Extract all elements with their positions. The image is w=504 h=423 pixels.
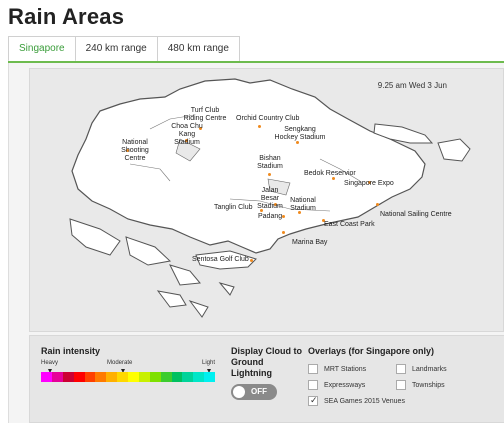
checkbox-label: Townships [412,381,445,389]
lightning-toggle[interactable]: OFF [231,384,277,400]
location-label: Orchid Country Club [236,115,300,122]
checkbox-box[interactable] [396,380,406,390]
scale-swatch [193,372,205,382]
scale-swatch [62,372,74,382]
rain-areas-panel: 9.25 am Wed 3 Jun Turf Club Riding Centr… [8,63,504,423]
location-label: Marina Bay [292,239,328,246]
map-legend: Rain intensity Heavy Moderate Light Disp… [29,335,504,423]
rain-intensity-scale [41,372,215,382]
location-label: Tanglin Club [214,204,253,211]
overlay-expressways-checkbox[interactable]: Expressways [308,380,365,390]
location-label: Bishan Stadium [257,155,283,170]
location-label: Padang [258,213,283,220]
venue-marker[interactable] [282,231,285,234]
checkbox-label: SEA Games 2015 Venues [324,397,405,405]
venue-marker[interactable] [260,209,263,212]
moderate-label: Moderate [107,360,133,366]
rain-intensity-title: Rain intensity [41,346,101,356]
checkbox-label: MRT Stations [324,365,367,373]
venue-marker[interactable] [258,125,261,128]
scale-swatch [73,372,85,382]
checkbox-box[interactable] [308,380,318,390]
overlay-townships-checkbox[interactable]: Townships [396,380,445,390]
location-label: Jalan Besar Stadium [257,187,283,210]
checkbox-label: Landmarks [412,365,447,373]
scale-swatch [95,372,107,382]
overlays-title: Overlays (for Singapore only) [308,346,435,356]
scale-swatch [41,372,52,382]
scale-swatch [51,372,63,382]
scale-swatch [204,372,215,382]
checkbox-box[interactable] [396,364,406,374]
tab-240km[interactable]: 240 km range [75,36,158,62]
venue-marker[interactable] [282,215,285,218]
scale-swatch [84,372,96,382]
scale-swatch [171,372,183,382]
page-title: Rain Areas [8,4,125,29]
overlay-landmarks-checkbox[interactable]: Landmarks [396,364,447,374]
scale-swatch [160,372,172,382]
location-label: Sentosa Golf Club [192,256,249,263]
location-label: National Stadium [290,197,316,212]
toggle-state: OFF [251,387,267,396]
checkbox-box[interactable] [308,364,318,374]
cloud-lightning-title: Display Cloud to Ground Lightning [231,346,303,378]
location-label: Turf Club Riding Centre [183,107,227,122]
location-label: Choa Chu Kang Stadium [171,123,203,146]
scale-swatch [128,372,139,382]
location-label: East Coast Park [324,221,375,228]
scale-swatch [138,372,150,382]
location-label: National Sailing Centre [380,211,452,218]
location-label: Bedok Reservior [304,170,356,177]
scale-swatch [149,372,161,382]
location-label: Sengkang Hockey Stadium [274,126,326,141]
venue-marker[interactable] [268,173,271,176]
scale-swatch [182,372,194,382]
location-label: National Shooting Centre [121,139,149,162]
toggle-knob [233,386,245,398]
checkbox-box-checked[interactable] [308,395,318,406]
venue-marker[interactable] [250,259,253,262]
range-tabs: Singapore 240 km range 480 km range [8,36,240,62]
heavy-label: Heavy [41,360,59,366]
overlay-mrt-checkbox[interactable]: MRT Stations [308,364,366,374]
location-label: Singapore Expo [344,180,394,187]
tab-480km[interactable]: 480 km range [157,36,240,62]
checkbox-label: Expressways [324,381,366,389]
scale-swatch [117,372,128,382]
scale-swatch [106,372,118,382]
map-timestamp: 9.25 am Wed 3 Jun [377,81,447,90]
overlay-sea-games-checkbox[interactable]: SEA Games 2015 Venues [308,395,405,406]
light-label: Light [201,360,215,366]
tab-singapore[interactable]: Singapore [8,36,76,62]
venue-marker[interactable] [376,203,379,206]
singapore-map[interactable]: 9.25 am Wed 3 Jun Turf Club Riding Centr… [29,68,504,332]
